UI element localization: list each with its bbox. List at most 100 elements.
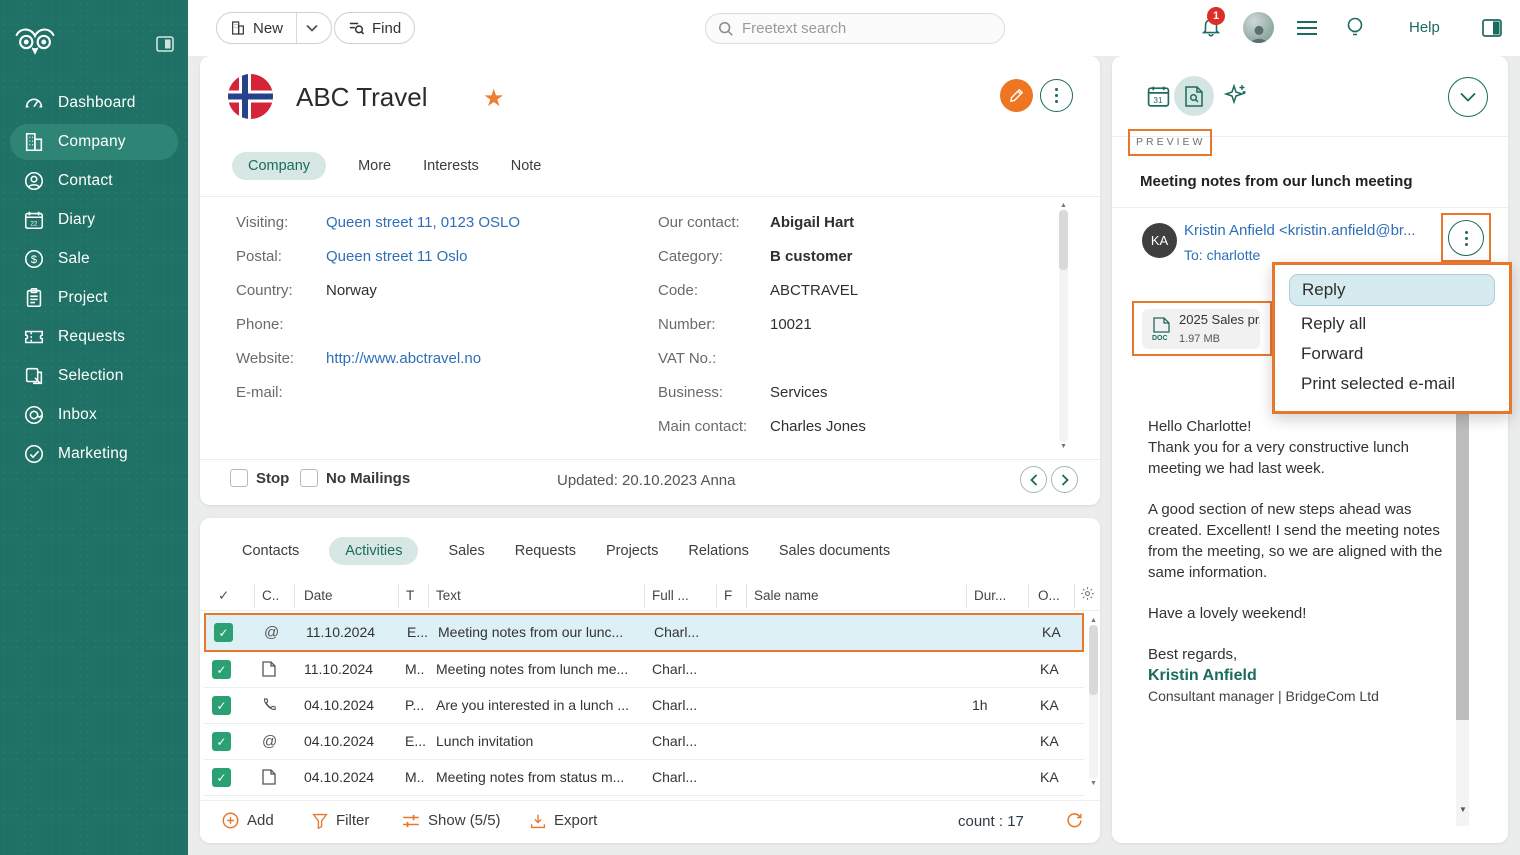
no-mailings-checkbox[interactable] [300,469,318,487]
field-number: Number:10021 [658,316,812,333]
no-mailings-checkbox-group: No Mailings [300,469,410,487]
svg-text:$: $ [31,254,37,266]
new-dropdown-chevron-icon[interactable] [306,24,318,32]
company-more-options-button[interactable] [1040,79,1073,112]
find-button[interactable]: Find [334,12,415,44]
export-button[interactable]: Export [530,812,597,829]
table-row[interactable]: ✓ 04.10.2024 P... Are you interested in … [204,688,1084,724]
calendar-31-icon[interactable]: 31 [1146,84,1171,109]
scroll-down-icon[interactable]: ▼ [1459,805,1467,814]
show-button[interactable]: Show (5/5) [402,812,501,829]
sidebar-item-contact[interactable]: Contact [10,163,178,199]
sidebar-item-label: Diary [58,211,95,229]
row-checkbox[interactable]: ✓ [212,768,231,787]
edit-company-button[interactable] [1000,79,1033,112]
lightbulb-icon[interactable] [1341,14,1369,42]
menu-hamburger-icon[interactable] [1293,14,1321,42]
row-checkbox[interactable]: ✓ [212,696,231,715]
row-checkbox[interactable]: ✓ [214,623,233,642]
stop-checkbox[interactable] [230,469,248,487]
add-button[interactable]: Add [222,812,274,829]
table-header: ✓ C.. Date T Text Full ... F Sale name D… [200,582,1084,610]
search-input[interactable] [742,20,992,37]
app-logo-owl-icon [14,24,56,60]
menu-item-forward[interactable]: Forward [1289,339,1495,369]
row-checkbox[interactable]: ✓ [212,660,231,679]
scroll-down-icon[interactable]: ▼ [1090,779,1097,788]
tab-projects[interactable]: Projects [606,543,658,559]
sidebar-item-diary[interactable]: 22 Diary [10,202,178,238]
sidebar-item-label: Contact [58,172,113,190]
col-full[interactable]: Full ... [652,588,689,603]
table-scrollbar[interactable]: ▲ ▼ [1088,616,1099,788]
menu-item-print-selected-email[interactable]: Print selected e-mail [1289,369,1495,399]
document-preview-icon[interactable] [1174,76,1214,116]
visiting-address-link[interactable]: Queen street 11, 0123 OSLO [326,214,520,231]
sidebar-item-requests[interactable]: Requests [10,319,178,355]
scroll-down-icon[interactable]: ▼ [1060,442,1067,451]
table-settings-gear-icon[interactable] [1080,586,1095,601]
sidebar-item-label: Marketing [58,445,128,463]
email-from-link[interactable]: Kristin Anfield <kristin.anfield@br... [1184,222,1416,239]
new-button-label: New [253,20,283,37]
col-type[interactable]: T [406,588,414,603]
col-completed[interactable]: C.. [262,588,279,603]
col-date[interactable]: Date [304,588,333,603]
tab-activities[interactable]: Activities [329,537,418,565]
sidebar-item-selection[interactable]: Selection [10,358,178,394]
email-scrollbar-thumb[interactable] [1456,412,1469,720]
col-text[interactable]: Text [436,588,461,603]
next-company-button[interactable] [1051,466,1078,493]
selection-icon [22,364,46,388]
refresh-icon[interactable] [1066,812,1083,829]
table-row[interactable]: ✓ 04.10.2024 M.. Meeting notes from stat… [204,760,1084,796]
postal-address-link[interactable]: Queen street 11 Oslo [326,248,467,265]
sidebar-item-sale[interactable]: $ Sale [10,241,178,277]
svg-text:22: 22 [30,221,38,228]
col-sale-name[interactable]: Sale name [754,588,819,603]
table-row[interactable]: ✓ 11.10.2024 M.. Meeting notes from lunc… [204,652,1084,688]
row-checkbox[interactable]: ✓ [212,732,231,751]
new-button[interactable]: New [216,12,332,44]
tab-sales[interactable]: Sales [448,543,484,559]
sender-avatar: KA [1142,223,1177,258]
tab-sales-documents[interactable]: Sales documents [779,543,890,559]
menu-item-reply[interactable]: Reply [1289,274,1495,306]
sidebar-item-marketing[interactable]: Marketing [10,436,178,472]
panel-toggle-icon[interactable] [1478,14,1506,42]
col-duration[interactable]: Dur... [974,588,1006,603]
sidebar-item-project[interactable]: Project [10,280,178,316]
tab-contacts[interactable]: Contacts [242,543,299,559]
sidebar-item-inbox[interactable]: Inbox [10,397,178,433]
tab-requests[interactable]: Requests [515,543,576,559]
tab-relations[interactable]: Relations [688,543,748,559]
menu-item-reply-all[interactable]: Reply all [1289,309,1495,339]
user-avatar[interactable] [1243,12,1274,43]
sidebar-item-company[interactable]: Company [10,124,178,160]
email-to-link[interactable]: To: charlotte [1184,247,1260,263]
col-f[interactable]: F [724,588,732,603]
scroll-up-icon[interactable]: ▲ [1090,616,1097,625]
help-link[interactable]: Help [1409,19,1440,36]
sidebar-collapse-icon[interactable] [156,36,174,52]
scroll-up-icon[interactable]: ▲ [1060,201,1067,210]
collapse-panel-chevron-icon[interactable] [1448,77,1488,117]
row-count: count : 17 [958,813,1024,830]
fields-scrollbar[interactable]: ▲ ▼ [1058,201,1069,451]
tab-note[interactable]: Note [511,158,542,174]
favorite-star-icon[interactable]: ★ [483,84,505,113]
field-phone: Phone: [236,316,326,333]
tab-interests[interactable]: Interests [423,158,479,174]
ai-sparkle-icon[interactable] [1224,83,1248,107]
col-owner[interactable]: O... [1038,588,1060,603]
sidebar-item-dashboard[interactable]: Dashboard [10,85,178,121]
website-link[interactable]: http://www.abctravel.no [326,350,481,367]
search-box[interactable] [705,13,1005,44]
filter-button[interactable]: Filter [312,812,369,829]
table-row[interactable]: ✓ @ 11.10.2024 E... Meeting notes from o… [204,613,1084,652]
tab-company[interactable]: Company [232,152,326,180]
table-row[interactable]: ✓ @ 04.10.2024 E... Lunch invitation Cha… [204,724,1084,760]
tab-more[interactable]: More [358,158,391,174]
col-check[interactable]: ✓ [218,588,229,604]
previous-company-button[interactable] [1020,466,1047,493]
